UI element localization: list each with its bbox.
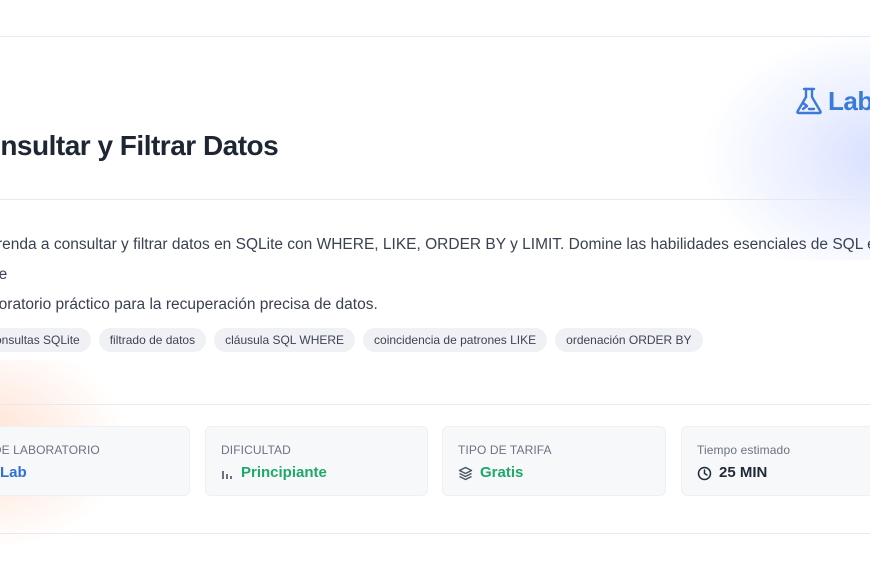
layers-icon xyxy=(458,466,473,481)
clock-icon xyxy=(697,466,712,481)
info-cards: TIPO DE LABORATORIO Lab DIFICULTAD xyxy=(0,426,870,496)
lab-type-value-wrap: Lab xyxy=(0,463,27,483)
lab-overview-page: LabEx Consultar y Filtrar Datos Aprenda … xyxy=(0,0,870,570)
lab-type-value: Lab xyxy=(0,464,27,481)
estimated-time-card: Tiempo estimado 25 MIN xyxy=(681,426,870,496)
estimated-time-value: 25 MIN xyxy=(719,464,768,481)
tag-order-by[interactable]: ordenación ORDER BY xyxy=(555,328,703,352)
logo-text: LabEx xyxy=(828,86,870,116)
pricing-value-wrap: Gratis xyxy=(458,463,523,483)
tag-like-matching[interactable]: coincidencia de patrones LIKE xyxy=(363,328,548,352)
tag-where-clause[interactable]: cláusula SQL WHERE xyxy=(214,328,356,352)
tag-list: consultas SQLite filtrado de datos cláus… xyxy=(0,328,703,352)
pricing-value: Gratis xyxy=(480,464,524,481)
difficulty-value: Principiante xyxy=(241,464,327,481)
lab-type-card: TIPO DE LABORATORIO Lab xyxy=(0,426,190,496)
lab-description: Aprenda a consultar y filtrar datos en S… xyxy=(0,230,870,320)
title-divider xyxy=(0,199,870,200)
page-title: Consultar y Filtrar Datos xyxy=(0,130,279,161)
tag-sqlite-queries[interactable]: consultas SQLite xyxy=(0,328,91,352)
difficulty-value-wrap: Principiante xyxy=(221,463,327,483)
bottom-divider xyxy=(0,533,870,534)
difficulty-card: DIFICULTAD Principiante xyxy=(205,426,428,496)
lab-type-label: TIPO DE LABORATORIO xyxy=(0,443,100,457)
estimated-time-value-wrap: 25 MIN xyxy=(697,463,767,483)
pricing-card: TIPO DE TARIFA Gratis xyxy=(442,426,666,496)
description-line-1: Aprenda a consultar y filtrar datos en S… xyxy=(0,236,870,283)
cards-top-divider xyxy=(0,404,870,405)
tag-data-filtering[interactable]: filtrado de datos xyxy=(98,328,207,352)
flask-icon xyxy=(794,86,824,116)
brand-logo[interactable]: LabEx xyxy=(794,86,870,116)
bar-chart-icon xyxy=(221,467,234,480)
estimated-time-label: Tiempo estimado xyxy=(697,443,791,457)
difficulty-label: DIFICULTAD xyxy=(221,443,291,457)
pricing-label: TIPO DE TARIFA xyxy=(458,443,552,457)
decorative-glow-blue xyxy=(705,30,870,260)
description-line-2: laboratorio práctico para la recuperació… xyxy=(0,296,378,313)
